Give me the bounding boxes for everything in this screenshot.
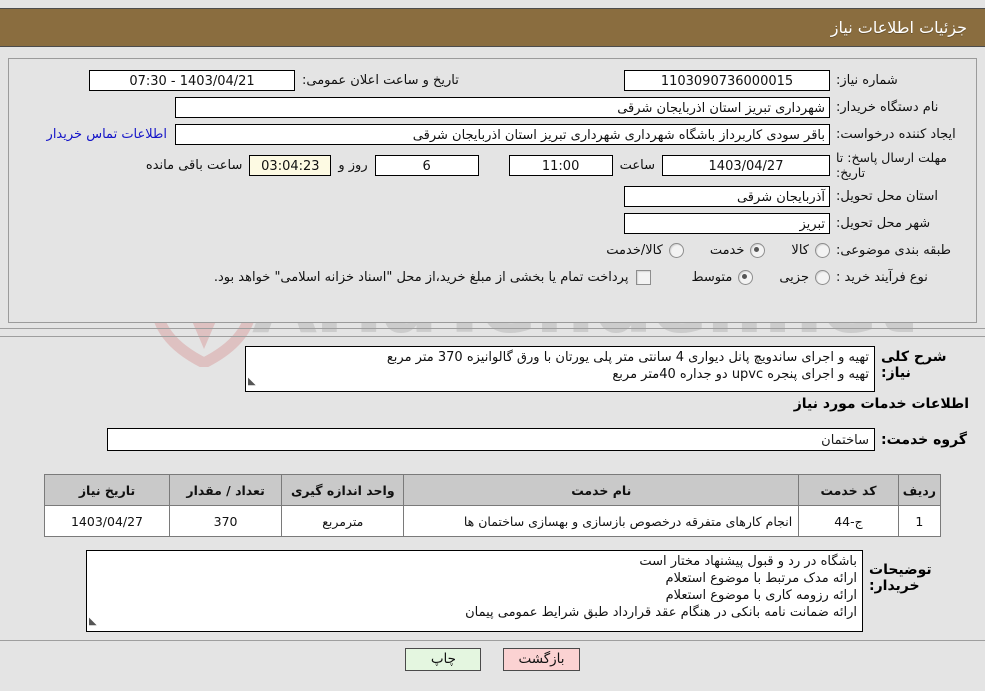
services-table-wrapper: ردیف کد خدمت نام خدمت واحد اندازه گیری ت… — [44, 474, 942, 537]
col-radif: ردیف — [897, 474, 942, 506]
category-option-label: کالا/خدمت — [606, 242, 663, 258]
city-label: شهر محل تحویل: — [836, 215, 931, 231]
buyer-notes-textarea[interactable]: باشگاه در رد و قبول پیشنهاد مختار است ار… — [86, 550, 863, 632]
province-label: استان محل تحویل: — [836, 188, 938, 204]
bottom-divider — [0, 640, 985, 641]
divider — [0, 336, 985, 337]
need-number-label: شماره نیاز: — [836, 72, 898, 88]
need-info-panel: شماره نیاز: 1103090736000015 تاریخ و ساع… — [8, 58, 977, 323]
table-row: 1 ج-44 انجام کارهای متفرقه درخصوص بازساز… — [44, 505, 942, 537]
divider — [0, 328, 985, 329]
row-deadline: مهلت ارسال پاسخ: تا تاریخ: 1403/04/27 سا… — [17, 150, 968, 180]
purchase-option-label: جزیی — [779, 269, 809, 285]
need-number-field[interactable]: 1103090736000015 — [624, 69, 830, 91]
city-field[interactable]: تبریز — [624, 212, 830, 234]
resize-handle-icon[interactable]: ◣ — [248, 373, 256, 390]
row-city: شهر محل تحویل: تبریز — [17, 212, 968, 234]
cell-code: ج-44 — [798, 505, 899, 537]
category-option-kala[interactable]: کالا — [791, 242, 830, 258]
service-group-field[interactable]: ساختمان — [107, 428, 875, 451]
category-radio-group: کالا خدمت کالا/خدمت — [580, 242, 830, 258]
buyer-org-label: نام دستگاه خریدار: — [836, 99, 939, 115]
row-service-group: گروه خدمت: ساختمان — [8, 428, 977, 451]
remaining-days-field[interactable]: 6 — [374, 154, 479, 176]
col-qty: تعداد / مقدار — [168, 474, 283, 506]
radio-icon — [815, 269, 830, 285]
treasury-docs-checkbox[interactable] — [636, 269, 652, 285]
radio-icon — [668, 242, 684, 258]
category-option-label: کالا — [791, 242, 809, 258]
description-line: تهیه و اجرای پنجره upvc دو جداره 40متر م… — [612, 367, 869, 382]
row-category: طبقه بندی موضوعی: کالا خدمت کالا/خدمت — [17, 239, 968, 261]
row-requester: ایجاد کننده درخواست: باقر سودی کاربرداز … — [17, 123, 968, 145]
row-purchase-type: نوع فرآیند خرید : جزیی متوسط پرداخت تمام… — [17, 266, 968, 288]
buyer-notes-label: توضیحات خریدار: — [869, 562, 932, 594]
row-need-number: شماره نیاز: 1103090736000015 تاریخ و ساع… — [17, 69, 968, 91]
remaining-hours-label: ساعت باقی مانده — [145, 157, 243, 173]
col-unit: واحد اندازه گیری — [281, 474, 405, 506]
treasury-docs-note: پرداخت تمام یا بخشی از مبلغ خرید،از محل … — [213, 269, 629, 285]
cell-radif: 1 — [897, 505, 942, 537]
category-option-kala-khedmat[interactable]: کالا/خدمت — [606, 242, 684, 258]
table-header-row: ردیف کد خدمت نام خدمت واحد اندازه گیری ت… — [44, 474, 942, 506]
purchase-option-jozee[interactable]: جزیی — [779, 269, 830, 285]
deadline-date-field[interactable]: 1403/04/27 — [662, 154, 830, 176]
province-field[interactable]: آذربایجان شرقی — [624, 185, 830, 207]
buyer-note-line: ارائه ضمانت نامه بانکی در هنگام عقد قرار… — [465, 605, 857, 620]
deadline-label: مهلت ارسال پاسخ: تا تاریخ: — [836, 150, 947, 180]
general-description-textarea[interactable]: تهیه و اجرای ساندویچ پانل دیواری 4 سانتی… — [245, 346, 875, 392]
cell-unit: مترمربع — [281, 505, 405, 537]
row-general-description: شرح کلی نیاز: تهیه و اجرای ساندویچ پانل … — [8, 346, 977, 392]
public-announce-field[interactable]: 1403/04/21 - 07:30 — [89, 69, 295, 91]
col-date: تاریخ نیاز — [44, 474, 170, 506]
buyer-org-field[interactable]: شهرداری تبریز استان اذربایجان شرقی — [175, 96, 830, 118]
requester-field[interactable]: باقر سودی کاربرداز باشگاه شهرداری شهردار… — [175, 123, 830, 145]
category-label: طبقه بندی موضوعی: — [836, 242, 952, 258]
action-button-bar: بازگشت چاپ — [0, 648, 985, 671]
col-code: کد خدمت — [798, 474, 899, 506]
deadline-time-field[interactable]: 11:00 — [508, 154, 613, 176]
radio-icon — [815, 242, 830, 258]
print-button[interactable]: چاپ — [405, 648, 482, 671]
buyer-note-line: ارائه رزومه کاری با موضوع استعلام — [665, 588, 857, 603]
category-option-label: خدمت — [709, 242, 745, 258]
remaining-days-label: روز و — [338, 157, 368, 173]
deadline-time-label: ساعت — [619, 157, 655, 173]
radio-selected-icon — [750, 242, 766, 258]
countdown-field: 03:04:23 — [249, 154, 332, 176]
services-table: ردیف کد خدمت نام خدمت واحد اندازه گیری ت… — [44, 474, 942, 537]
buyer-contact-link[interactable]: اطلاعات تماس خریدار — [39, 127, 175, 142]
general-description-label: شرح کلی نیاز: — [881, 349, 947, 381]
row-buyer-org: نام دستگاه خریدار: شهرداری تبریز استان ا… — [17, 96, 968, 118]
resize-handle-icon[interactable]: ◣ — [89, 613, 97, 630]
requester-label: ایجاد کننده درخواست: — [836, 126, 956, 142]
cell-quantity: 370 — [168, 505, 283, 537]
buyer-note-line: باشگاه در رد و قبول پیشنهاد مختار است — [639, 554, 857, 569]
page-title-bar: جزئیات اطلاعات نیاز — [0, 8, 985, 47]
service-group-label: گروه خدمت: — [881, 431, 967, 448]
buyer-note-line: ارائه مدک مرتبط با موضوع استعلام — [665, 571, 857, 586]
services-section-title: اطلاعات خدمات مورد نیاز — [793, 396, 969, 412]
purchase-type-radio-group: جزیی متوسط — [665, 269, 830, 285]
category-option-khedmat[interactable]: خدمت — [709, 242, 766, 258]
purchase-option-motavaset[interactable]: متوسط — [691, 269, 754, 285]
col-name: نام خدمت — [403, 474, 800, 506]
row-province: استان محل تحویل: آذربایجان شرقی — [17, 185, 968, 207]
cell-date: 1403/04/27 — [44, 505, 170, 537]
description-line: تهیه و اجرای ساندویچ پانل دیواری 4 سانتی… — [386, 350, 869, 365]
cell-name: انجام کارهای متفرقه درخصوص بازسازی و بهس… — [403, 505, 800, 537]
row-buyer-notes: توضیحات خریدار: باشگاه در رد و قبول پیشن… — [8, 550, 977, 632]
back-button[interactable]: بازگشت — [503, 648, 580, 671]
page-title: جزئیات اطلاعات نیاز — [830, 18, 967, 37]
purchase-type-label: نوع فرآیند خرید : — [836, 269, 928, 285]
radio-selected-icon — [738, 269, 754, 285]
public-announce-label: تاریخ و ساعت اعلان عمومی: — [302, 72, 459, 88]
purchase-option-label: متوسط — [691, 269, 733, 285]
